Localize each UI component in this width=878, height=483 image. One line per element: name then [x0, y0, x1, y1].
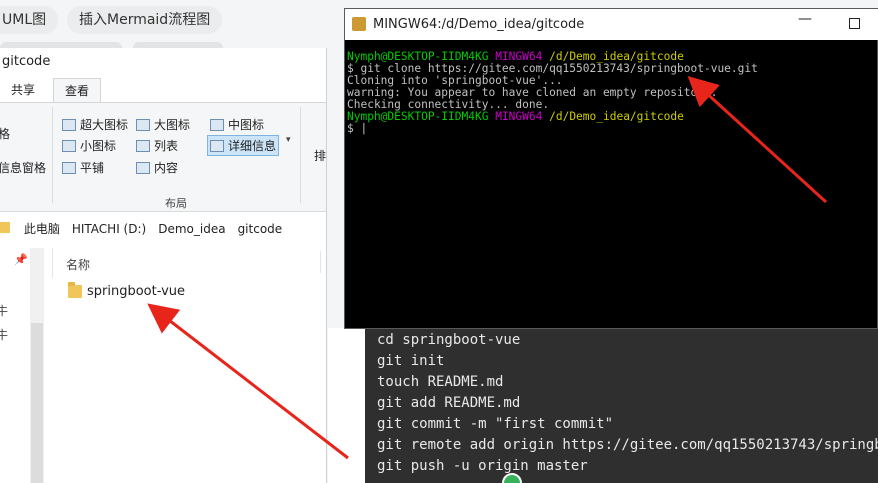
terminal-line: $ | [347, 122, 368, 135]
view-extra-large-icons[interactable]: 超大图标 [62, 116, 128, 133]
file-name: springboot-vue [87, 284, 186, 299]
folder-icon [68, 282, 82, 298]
pin-icon[interactable]: 📌 [14, 253, 28, 266]
tab-uml[interactable]: UML图 [0, 6, 59, 34]
small-icons-icon [62, 139, 76, 152]
code-line: touch README.md [377, 374, 504, 390]
view-large-icons[interactable]: 大图标 [136, 116, 190, 133]
view-medium-icons[interactable]: 中图标 [210, 116, 264, 133]
mingw-icon [352, 17, 366, 31]
content-icon [136, 161, 150, 174]
terminal-output[interactable]: Nymph@DESKTOP-IIDM4KG MINGW64 /d/Demo_id… [347, 51, 877, 135]
code-line: git commit -m "first commit" [377, 416, 614, 432]
large-icons-icon [136, 118, 150, 131]
view-small-icons[interactable]: 小图标 [62, 137, 116, 154]
breadcrumb-demo-idea[interactable]: Demo_idea [158, 222, 225, 236]
details-pane-button[interactable]: 信息窗格 [0, 159, 46, 176]
details-icon [210, 139, 224, 152]
view-list[interactable]: 列表 [136, 137, 178, 154]
list-icon [136, 139, 150, 152]
explorer-title: gitcode [0, 48, 326, 76]
folder-icon [0, 222, 10, 233]
code-line: git add README.md [377, 395, 521, 411]
view-content[interactable]: 内容 [136, 159, 178, 176]
breadcrumb[interactable]: 此电脑 HITACHI (D:) Demo_idea gitcode [0, 220, 326, 240]
chevron-down-icon[interactable]: ▾ [286, 135, 291, 145]
breadcrumb-gitcode[interactable]: gitcode [238, 222, 283, 236]
terminal-window[interactable]: MINGW64:/d/Demo_idea/gitcode — Nymph@DES… [344, 8, 878, 329]
tab-mermaid[interactable]: 插入Mermaid流程图 [67, 6, 223, 34]
ribbon-tabs: 共享 查看 [0, 76, 326, 104]
extra-large-icons-icon [62, 118, 76, 131]
view-details[interactable]: 详细信息 [207, 135, 280, 156]
tab-view[interactable]: 查看 [53, 78, 102, 104]
maximize-button[interactable] [849, 18, 860, 29]
code-line: git init [377, 353, 445, 369]
medium-icons-icon [210, 118, 224, 131]
minimize-button[interactable]: — [798, 11, 812, 27]
code-block: cd springboot-vue git init touch README.md… [365, 328, 878, 483]
code-line: git push -u origin master [377, 458, 588, 474]
nav-item[interactable]: 牛 [0, 302, 8, 319]
tiles-icon [62, 161, 76, 174]
divider [300, 107, 301, 203]
divider [52, 248, 53, 278]
layout-group-label: 布局 [165, 197, 187, 210]
list-item[interactable]: springboot-vue [68, 282, 186, 299]
nav-scrollbar-thumb[interactable] [31, 323, 43, 483]
page-background [328, 328, 365, 483]
sort-button[interactable]: 排 [314, 147, 326, 164]
nav-item[interactable]: 牛 [0, 326, 8, 343]
ribbon: 格 信息窗格 超大图标 大图标 中图标 小图标 列表 详细信息 ▾ 平铺 内容 … [0, 102, 326, 212]
code-line: git remote add origin https://gitee.com/… [377, 437, 878, 453]
column-header-name[interactable]: 名称 [66, 256, 90, 273]
divider [52, 107, 53, 203]
navigation-pane-button[interactable]: 格 [0, 125, 10, 142]
breadcrumb-drive[interactable]: HITACHI (D:) [72, 222, 146, 236]
view-tiles[interactable]: 平铺 [62, 159, 104, 176]
breadcrumb-this-pc[interactable]: 此电脑 [24, 222, 60, 236]
file-explorer-window: gitcode 共享 查看 格 信息窗格 超大图标 大图标 中图标 小图标 列表… [0, 48, 327, 483]
code-line: cd springboot-vue [377, 332, 521, 348]
prompt-line: Nymph@DESKTOP-IIDM4KG MINGW64 /d/Demo_id… [347, 110, 684, 123]
tab-share[interactable]: 共享 [0, 78, 46, 104]
divider [320, 251, 321, 273]
